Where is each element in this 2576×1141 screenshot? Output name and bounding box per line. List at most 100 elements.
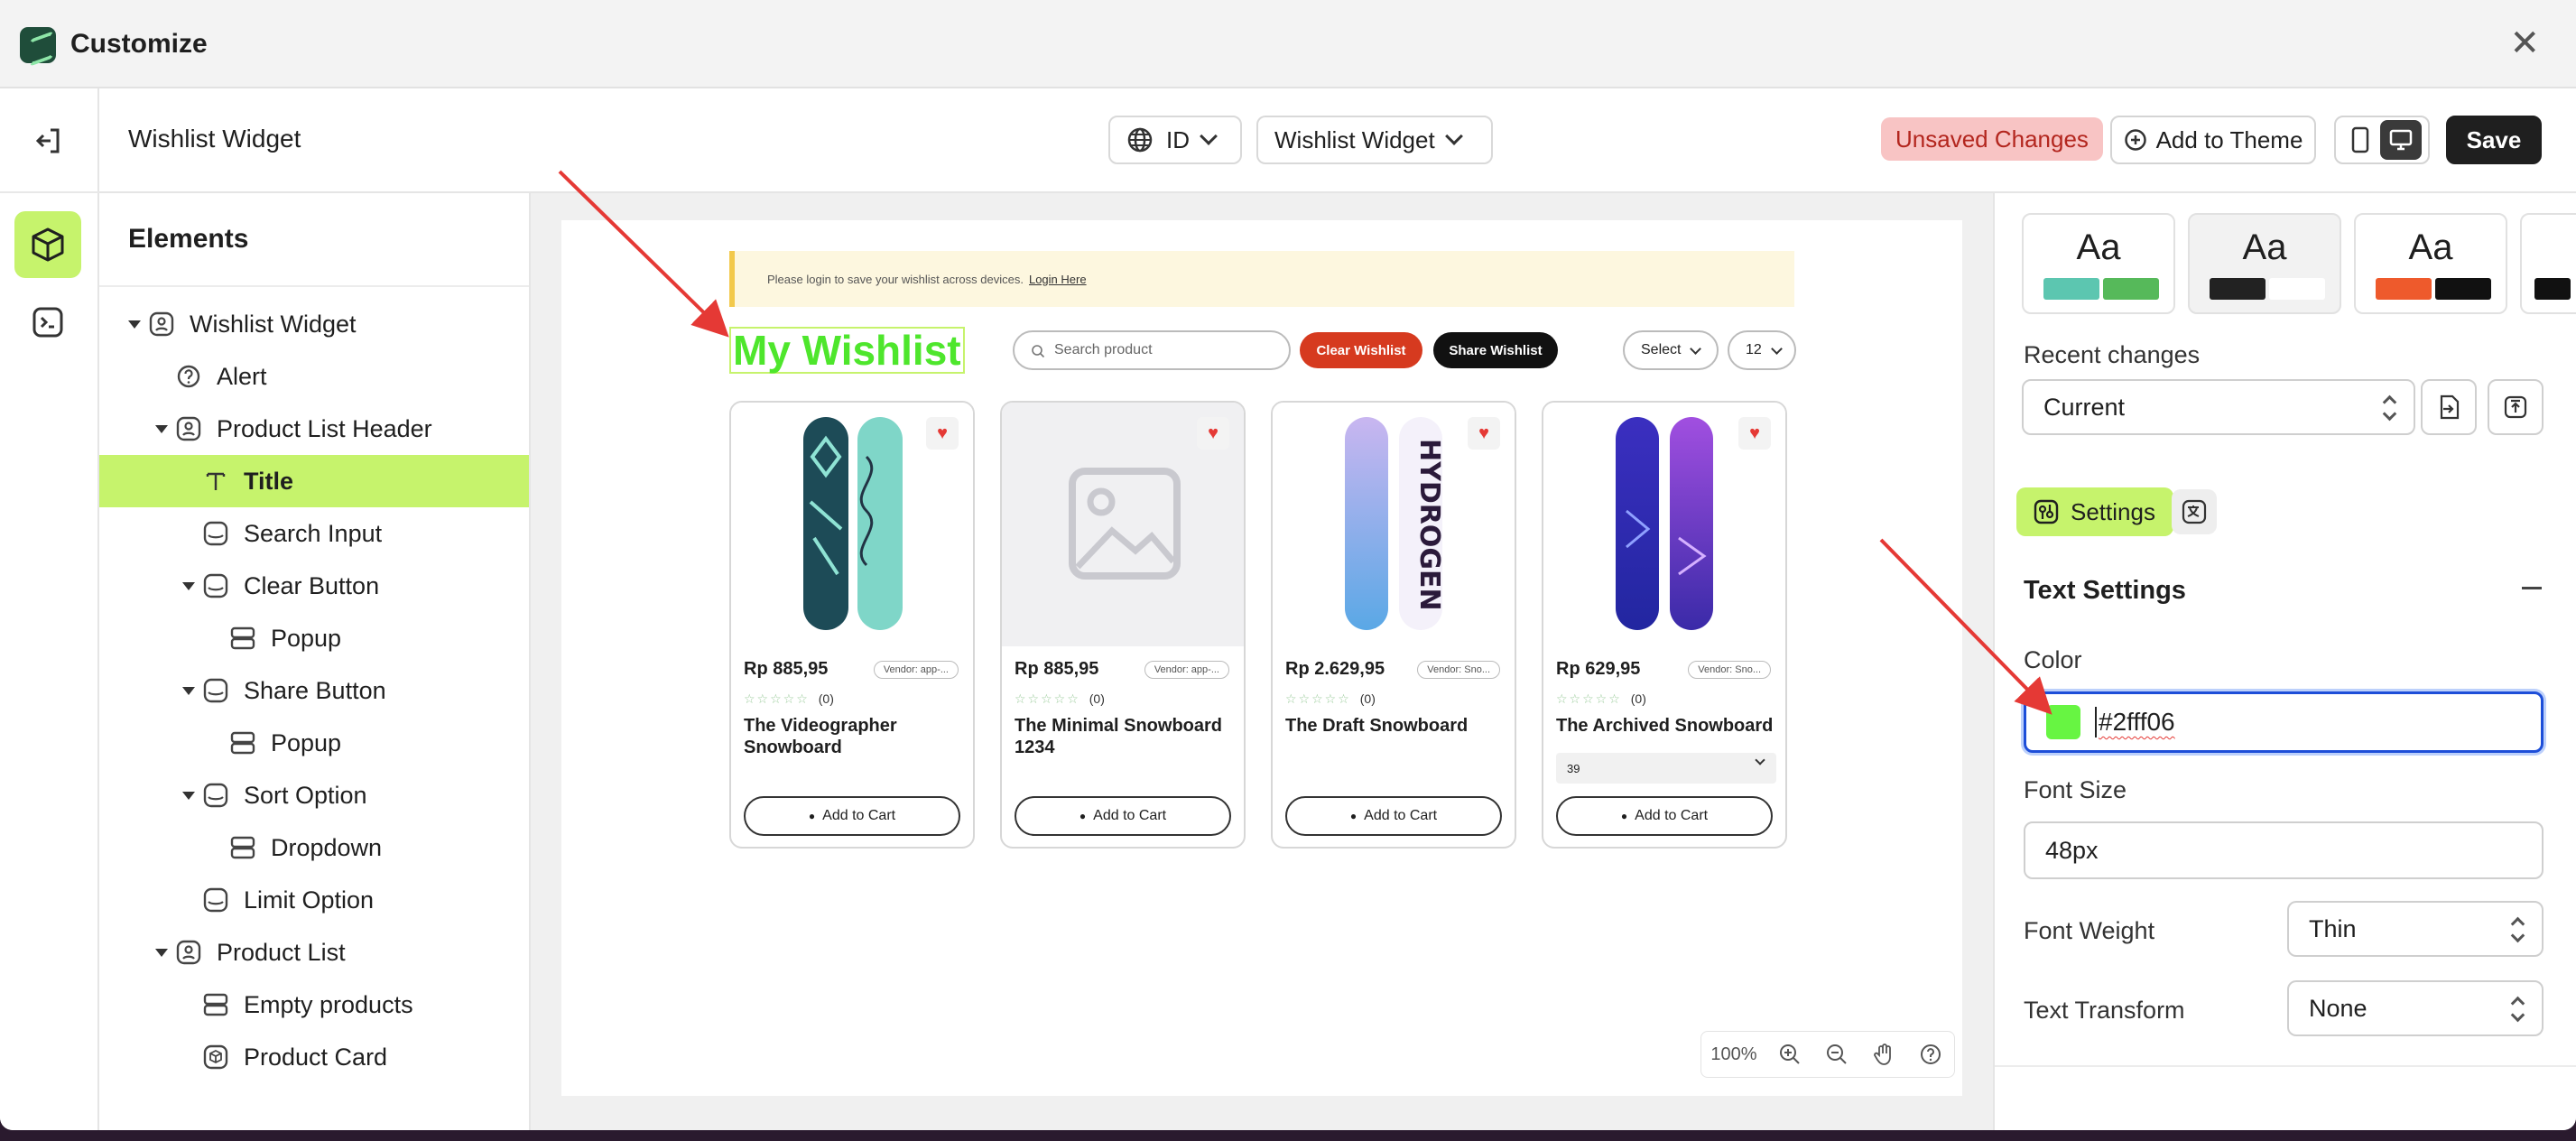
font-weight-select[interactable]: Thin <box>2287 901 2544 957</box>
add-to-cart-button[interactable]: ● Add to Cart <box>1285 796 1502 836</box>
add-to-theme-label: Add to Theme <box>2155 125 2303 153</box>
tree-item-label: Empty products <box>244 990 413 1018</box>
heart-icon[interactable]: ♥ <box>1197 417 1229 450</box>
theme-swatch <box>2103 278 2159 300</box>
export-icon[interactable] <box>2488 379 2544 435</box>
add-to-cart-button[interactable]: ● Add to Cart <box>744 796 960 836</box>
chevron-down-icon <box>1770 342 1783 355</box>
text-transform-select[interactable]: None <box>2287 980 2544 1036</box>
tree-item-share-button[interactable]: Share Button <box>99 664 529 717</box>
tree-item-title[interactable]: Title <box>99 455 529 507</box>
mobile-view-icon[interactable] <box>2342 122 2378 158</box>
tree-item-clear-button[interactable]: Clear Button <box>99 560 529 612</box>
caret-down-icon[interactable] <box>155 949 168 957</box>
tree-item-alert[interactable]: Alert <box>99 350 529 403</box>
language-value: ID <box>1166 125 1190 153</box>
caret-down-icon[interactable] <box>128 320 141 329</box>
theme-swatch <box>2435 278 2491 300</box>
input-box-icon <box>202 677 229 704</box>
vendor-badge: Vendor: Sno... <box>1688 661 1771 679</box>
color-input[interactable]: #2fff06 <box>2024 691 2544 753</box>
heart-icon[interactable]: ♥ <box>1468 417 1500 450</box>
tree-item-popup[interactable]: Popup <box>99 612 529 664</box>
sort-select[interactable]: Select <box>1623 330 1719 370</box>
search-placeholder: Search product <box>1054 342 1153 357</box>
theme-preset-2[interactable]: Aa <box>2188 213 2341 314</box>
heart-icon[interactable]: ♥ <box>1738 417 1771 450</box>
tree-item-search-input[interactable]: Search Input <box>99 507 529 560</box>
recent-changes-select[interactable]: Current <box>2022 379 2415 435</box>
widget-dropdown[interactable]: Wishlist Widget <box>1256 116 1493 164</box>
code-terminal-icon[interactable] <box>14 289 81 356</box>
limit-select[interactable]: 12 <box>1728 330 1796 370</box>
zoom-in-icon[interactable] <box>1766 1043 1813 1066</box>
caret-down-icon[interactable] <box>182 582 195 590</box>
tree-item-dropdown[interactable]: Dropdown <box>99 821 529 874</box>
theme-preset-4[interactable] <box>2520 213 2576 314</box>
recent-changes-label: Recent changes <box>2024 341 2201 368</box>
translate-icon[interactable] <box>2172 489 2217 534</box>
chevron-down-icon <box>1690 342 1702 355</box>
login-link[interactable]: Login Here <box>1029 273 1087 286</box>
close-icon[interactable]: ✕ <box>2509 25 2540 61</box>
product-card[interactable]: ♥ Rp 885,95 Vendor: app-... ☆☆☆☆☆ (0) The Vid… <box>729 401 975 849</box>
elements-divider <box>99 285 529 287</box>
save-button[interactable]: Save <box>2446 116 2542 164</box>
color-swatch[interactable] <box>2046 705 2080 739</box>
tree-item-product-card[interactable]: Product Card <box>99 1031 529 1083</box>
theme-preset-3[interactable]: Aa <box>2354 213 2507 314</box>
font-size-input[interactable]: 48px <box>2024 821 2544 879</box>
wishlist-title[interactable]: My Wishlist <box>729 327 965 374</box>
theme-preset-label: Aa <box>2408 227 2453 267</box>
add-to-cart-label: Add to Cart <box>1093 808 1167 823</box>
product-card[interactable]: ♥ Rp 629,95 Vendor: Sno... ☆☆☆☆☆ (0) The Arch… <box>1542 401 1787 849</box>
elements-cube-icon[interactable] <box>14 211 81 278</box>
search-product-input[interactable]: Search product <box>1013 330 1291 370</box>
product-card[interactable]: HYDROGEN ♥ Rp 2.629,95 Vendor: Sno... ☆☆☆☆☆(… <box>1271 401 1516 849</box>
tree-item-empty-products[interactable]: Empty products <box>99 979 529 1031</box>
text-icon <box>202 468 229 495</box>
help-icon[interactable] <box>1907 1043 1954 1066</box>
share-wishlist-button[interactable]: Share Wishlist <box>1433 332 1558 368</box>
product-name[interactable]: The Archived Snowboard <box>1556 715 1776 737</box>
tree-item-wishlist-widget[interactable]: Wishlist Widget <box>99 298 529 350</box>
caret-down-icon[interactable] <box>182 792 195 800</box>
language-dropdown[interactable]: ID <box>1108 116 1242 164</box>
desktop-view-icon[interactable] <box>2380 120 2422 160</box>
product-name[interactable]: The Videographer Snowboard <box>744 715 964 758</box>
settings-sliders-icon <box>2034 499 2059 524</box>
product-name[interactable]: The Minimal Snowboard 1234 <box>1015 715 1235 758</box>
layout-rows-icon <box>202 991 229 1018</box>
exit-icon[interactable] <box>31 123 67 159</box>
tree-item-label: Wishlist Widget <box>190 310 357 338</box>
add-to-cart-button[interactable]: ● Add to Cart <box>1556 796 1773 836</box>
tree-item-product-list[interactable]: Product List <box>99 926 529 979</box>
clear-wishlist-button[interactable]: Clear Wishlist <box>1300 332 1422 368</box>
import-file-icon[interactable] <box>2421 379 2477 435</box>
font-size-label: Font Size <box>2024 776 2127 803</box>
tree-item-sort-option[interactable]: Sort Option <box>99 769 529 821</box>
input-box-icon <box>202 520 229 547</box>
variant-select[interactable]: 39 <box>1556 753 1776 784</box>
add-to-cart-button[interactable]: ● Add to Cart <box>1015 796 1231 836</box>
product-card[interactable]: ♥ Rp 885,95 Vendor: app-... ☆☆☆☆☆ (0) The Min… <box>1000 401 1246 849</box>
heart-icon[interactable]: ♥ <box>926 417 959 450</box>
collapse-minus-icon[interactable] <box>2522 587 2542 589</box>
tree-item-product-list-header[interactable]: Product List Header <box>99 403 529 455</box>
widget-icon <box>175 415 202 442</box>
tab-settings[interactable]: Settings <box>2016 487 2173 536</box>
zoom-out-icon[interactable] <box>1813 1043 1860 1066</box>
product-name[interactable]: The Draft Snowboard <box>1285 715 1506 737</box>
add-to-theme-button[interactable]: Add to Theme <box>2110 116 2316 164</box>
caret-down-icon[interactable] <box>182 687 195 695</box>
theme-preset-1[interactable]: Aa <box>2022 213 2175 314</box>
theme-preset-label: Aa <box>2242 227 2287 267</box>
tree-item-label: Dropdown <box>271 833 383 861</box>
color-hex-value: #2fff06 <box>2099 708 2175 736</box>
hand-pan-icon[interactable] <box>1860 1043 1907 1066</box>
tree-item-popup[interactable]: Popup <box>99 717 529 769</box>
rating-stars: ☆☆☆☆☆ (0) <box>1556 691 1646 706</box>
product-price: Rp 885,95 <box>744 659 829 679</box>
caret-down-icon[interactable] <box>155 425 168 433</box>
tree-item-limit-option[interactable]: Limit Option <box>99 874 529 926</box>
